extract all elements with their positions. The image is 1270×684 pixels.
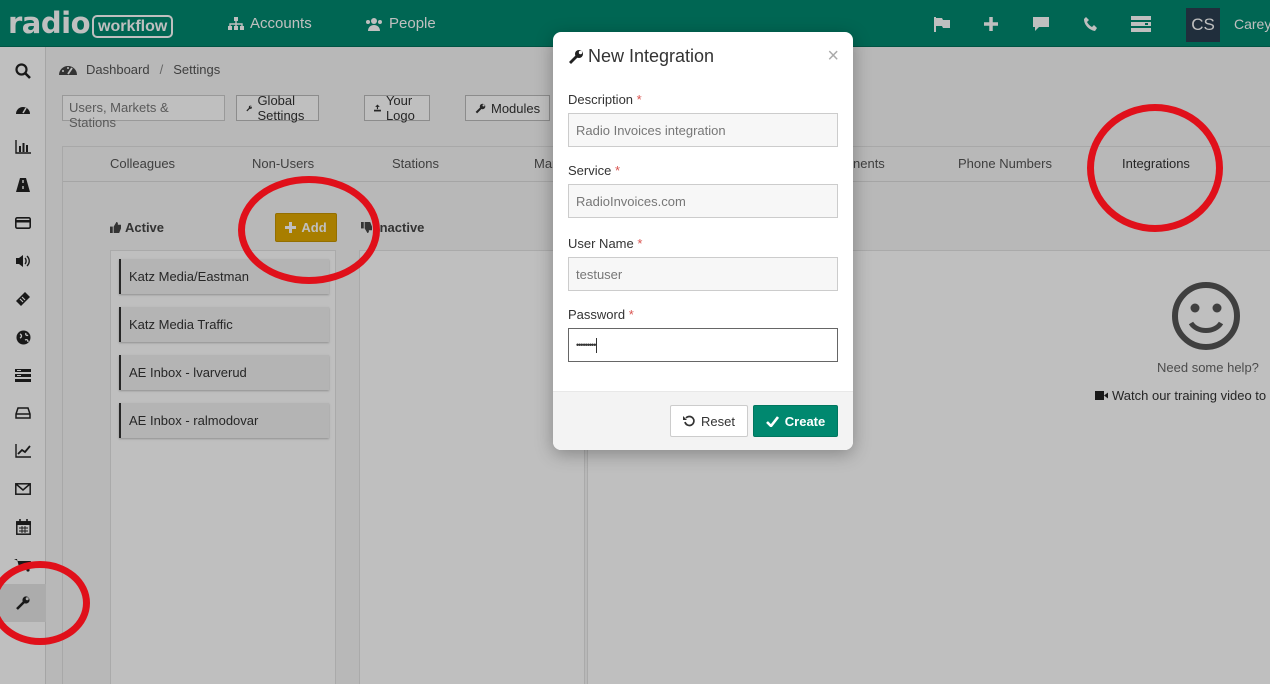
required-marker: * <box>614 163 621 178</box>
service-input[interactable]: RadioInvoices.com <box>568 184 838 218</box>
check-icon <box>765 415 779 427</box>
annotation-circle-add <box>238 176 380 284</box>
description-label: Description * <box>568 92 642 107</box>
required-marker: * <box>628 307 634 322</box>
required-marker: * <box>637 236 643 251</box>
password-input[interactable]: ••••••••• <box>568 328 838 362</box>
reset-button[interactable]: Reset <box>670 405 748 437</box>
password-value: ••••••••• <box>576 340 596 350</box>
close-icon[interactable]: × <box>827 46 839 66</box>
create-button[interactable]: Create <box>753 405 838 437</box>
username-label: User Name * <box>568 236 642 251</box>
wrench-icon <box>569 49 583 64</box>
text-caret <box>596 337 598 353</box>
service-label-text: Service <box>568 163 612 178</box>
username-input[interactable]: testuser <box>568 257 838 291</box>
modal-title-text: New Integration <box>588 46 715 66</box>
create-label: Create <box>784 413 826 429</box>
required-marker: * <box>636 92 642 107</box>
new-integration-modal: New Integration × Description * Radio In… <box>553 32 853 450</box>
username-label-text: User Name <box>568 236 634 251</box>
description-label-text: Description <box>568 92 634 107</box>
reset-label: Reset <box>701 413 735 429</box>
password-label-text: Password <box>568 307 626 322</box>
description-input[interactable]: Radio Invoices integration <box>568 113 838 147</box>
modal-title: New Integration <box>568 46 714 67</box>
undo-icon <box>683 415 695 427</box>
service-label: Service * <box>568 163 620 178</box>
password-label: Password * <box>568 307 634 322</box>
annotation-circle-integrations <box>1087 104 1223 232</box>
modal-footer: Reset Create <box>553 391 853 450</box>
